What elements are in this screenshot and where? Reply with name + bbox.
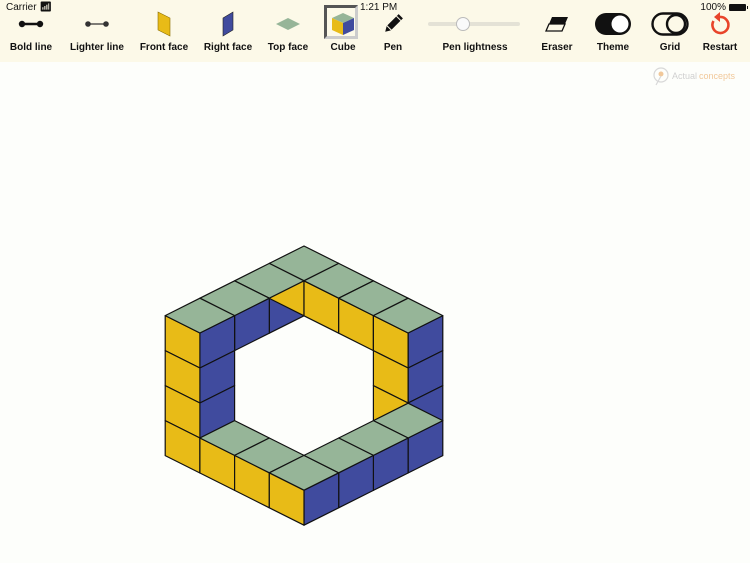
drawing-canvas[interactable] (0, 0, 750, 563)
